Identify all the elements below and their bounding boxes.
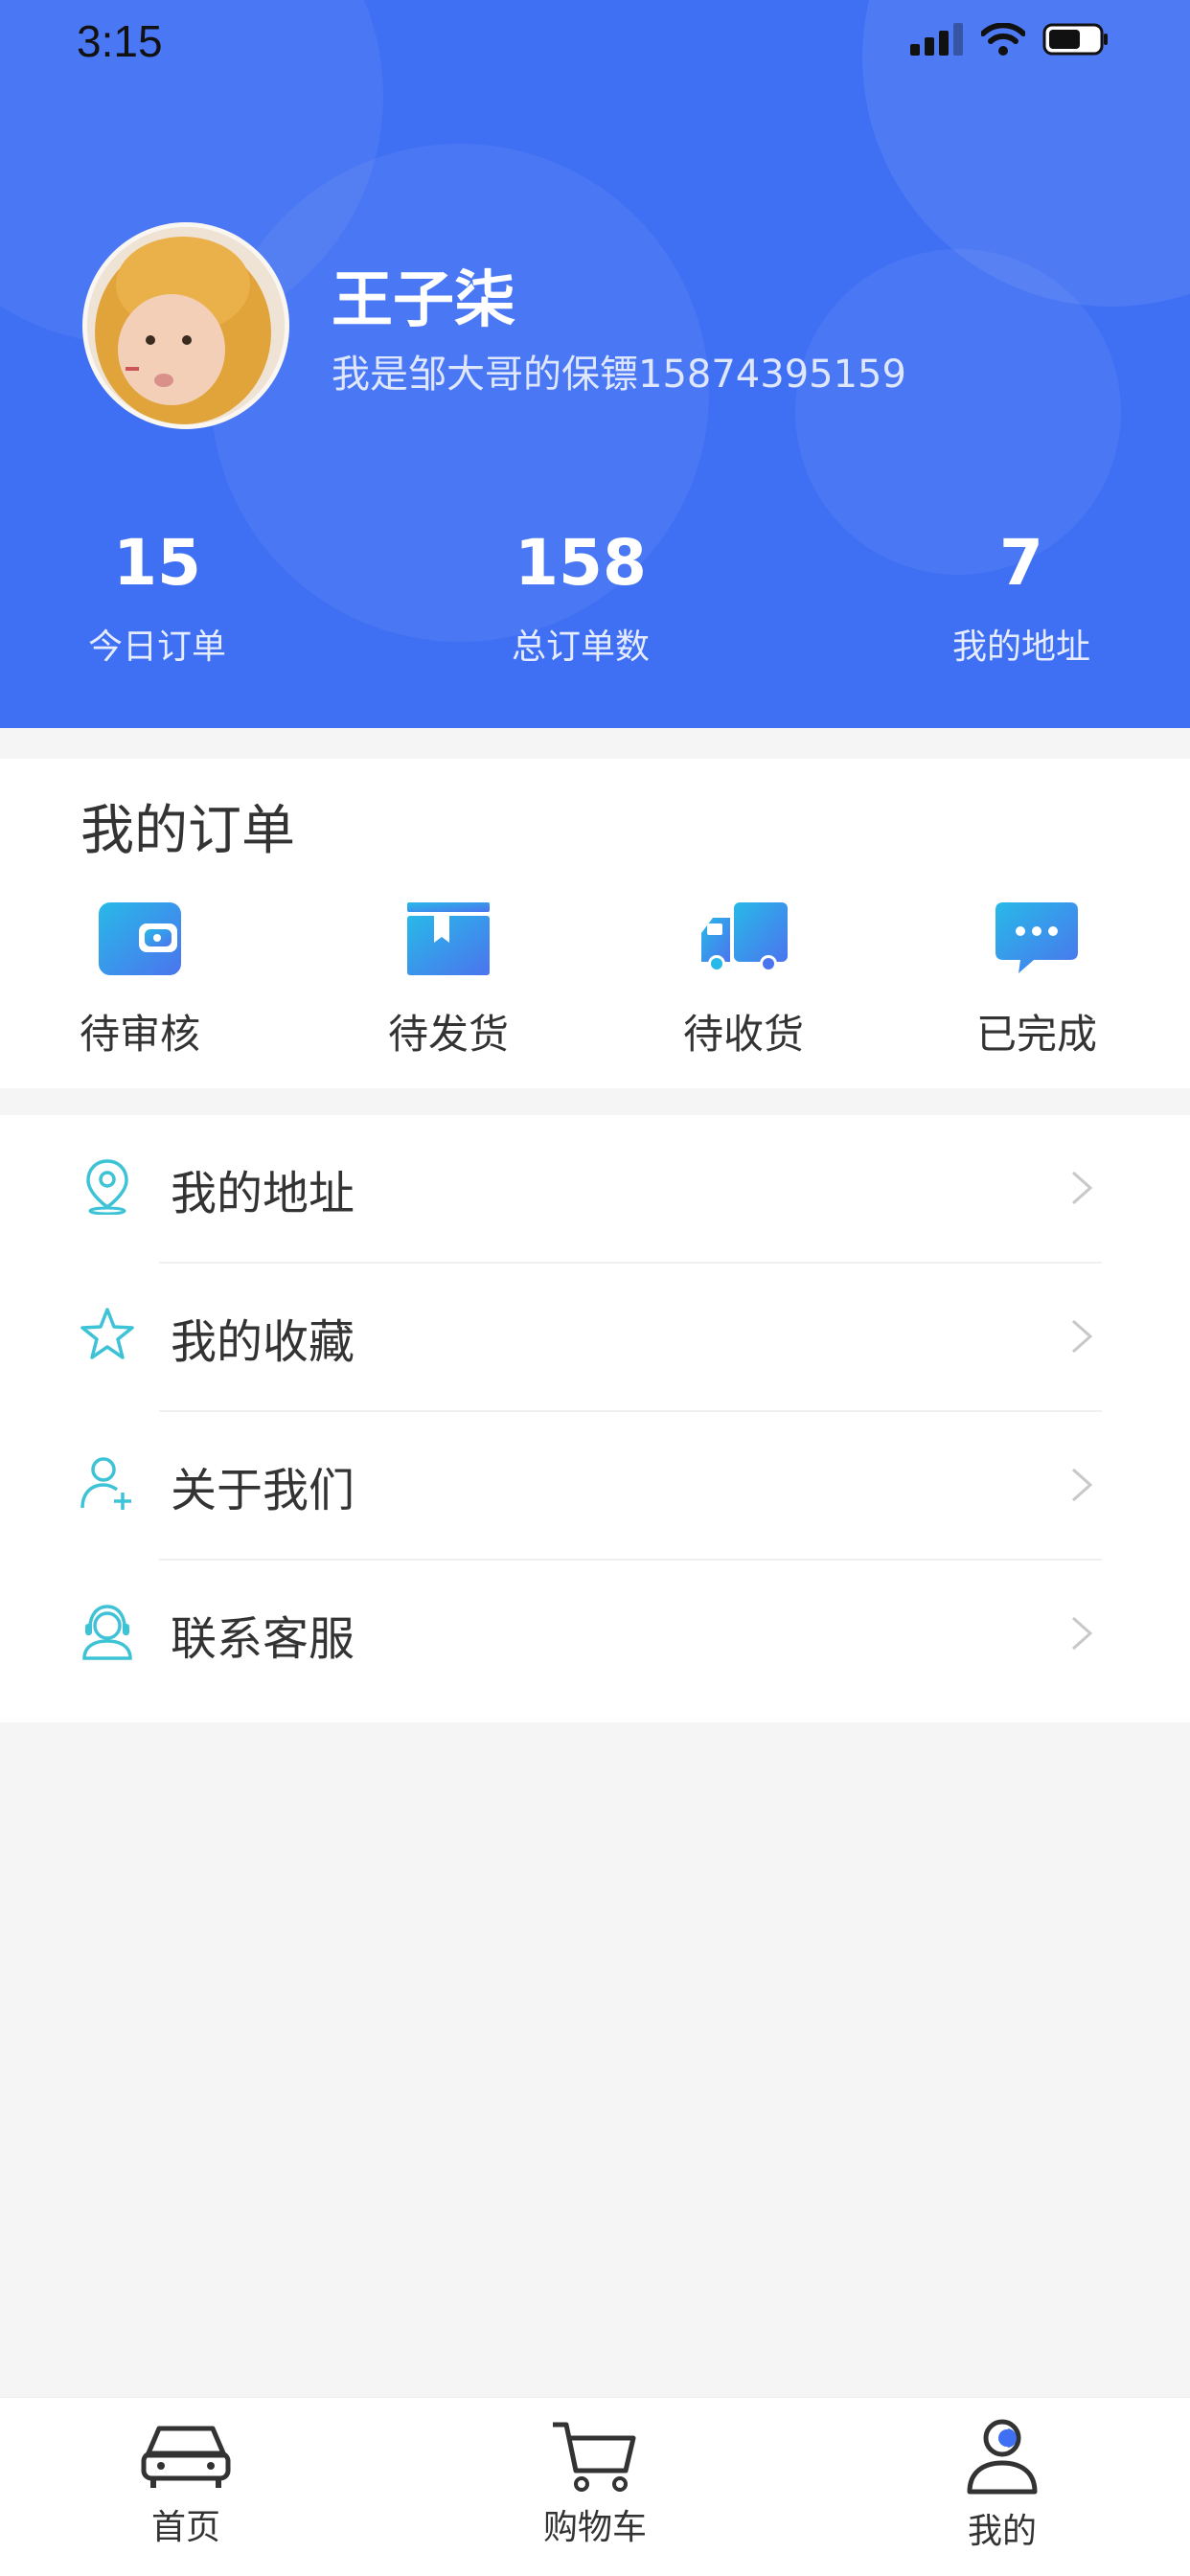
menu-item-about-us[interactable]: 关于我们 (0, 1412, 1190, 1561)
menu-list: 我的地址 我的收藏 关于我们 联系客服 (0, 1115, 1190, 1722)
order-item-label: 待发货 (387, 1011, 509, 1058)
cart-icon (553, 2422, 636, 2492)
box-icon (407, 902, 490, 975)
avatar-photo (87, 227, 285, 424)
order-item-label: 待审核 (79, 1011, 200, 1058)
orders-card: 我的订单 待审核 待发货 待收货 已完成 (0, 759, 1190, 1088)
menu-item-customer-service[interactable]: 联系客服 (0, 1561, 1190, 1709)
stat-my-address[interactable]: 7 我的地址 (878, 529, 1165, 669)
signal-icon (910, 23, 963, 56)
status-time: 3:15 (77, 16, 163, 66)
menu-item-my-address[interactable]: 我的地址 (0, 1115, 1190, 1264)
tab-cart[interactable]: 购物车 (499, 2419, 691, 2549)
chat-bubble-icon (995, 902, 1078, 973)
tab-mine[interactable]: 我的 (906, 2419, 1098, 2553)
menu-item-label: 我的地址 (171, 1167, 355, 1220)
chevron-right-icon (1072, 1468, 1093, 1502)
decor-bubble (795, 249, 1121, 575)
chevron-right-icon (1072, 1171, 1093, 1205)
car-icon (141, 2426, 231, 2488)
stat-label: 总订单数 (511, 627, 650, 667)
profile-icon (967, 2419, 1038, 2495)
order-completed[interactable]: 已完成 (931, 900, 1142, 1060)
stat-total-orders[interactable]: 158 总订单数 (437, 529, 724, 669)
stat-value: 15 (113, 526, 201, 600)
menu-item-label: 关于我们 (171, 1464, 355, 1517)
stat-value: 158 (515, 526, 647, 600)
menu-item-favorites[interactable]: 我的收藏 (0, 1264, 1190, 1412)
tab-label: 购物车 (542, 2508, 647, 2547)
stat-label: 我的地址 (951, 627, 1090, 667)
profile-name: 王子柒 (332, 265, 515, 336)
wifi-icon (981, 23, 1025, 56)
star-icon (80, 1308, 134, 1359)
status-icons (910, 23, 1110, 56)
tab-label: 我的 (967, 2512, 1037, 2551)
orders-title: 我的订单 (80, 800, 295, 862)
order-item-label: 待收货 (682, 1011, 804, 1058)
battery-icon (1042, 23, 1108, 56)
stat-value: 7 (999, 526, 1043, 600)
stat-today-orders[interactable]: 15 今日订单 (13, 529, 301, 669)
profile-bio: 我是邹大哥的保镖15874395159 (332, 353, 906, 397)
order-item-label: 已完成 (975, 1011, 1097, 1058)
bottom-tab-bar: 首页 购物车 我的 (0, 2397, 1190, 2576)
order-pending-review[interactable]: 待审核 (34, 900, 245, 1060)
stat-label: 今日订单 (87, 627, 226, 667)
tab-label: 首页 (150, 2508, 220, 2547)
order-pending-receipt[interactable]: 待收货 (638, 900, 849, 1060)
order-pending-shipment[interactable]: 待发货 (343, 900, 554, 1060)
wallet-icon (99, 902, 181, 975)
tab-home[interactable]: 首页 (90, 2419, 282, 2549)
menu-item-label: 我的收藏 (171, 1315, 355, 1369)
avatar[interactable] (82, 222, 289, 429)
headset-icon (82, 1605, 132, 1660)
chevron-right-icon (1072, 1319, 1093, 1354)
profile-header: 3:15 王子柒 我是邹大哥的保镖15874395159 15 今日订单 158… (0, 0, 1190, 728)
truck-icon (701, 902, 788, 972)
chevron-right-icon (1072, 1616, 1093, 1651)
user-add-icon (80, 1457, 131, 1510)
location-pin-icon (86, 1159, 128, 1215)
menu-item-label: 联系客服 (171, 1612, 355, 1666)
